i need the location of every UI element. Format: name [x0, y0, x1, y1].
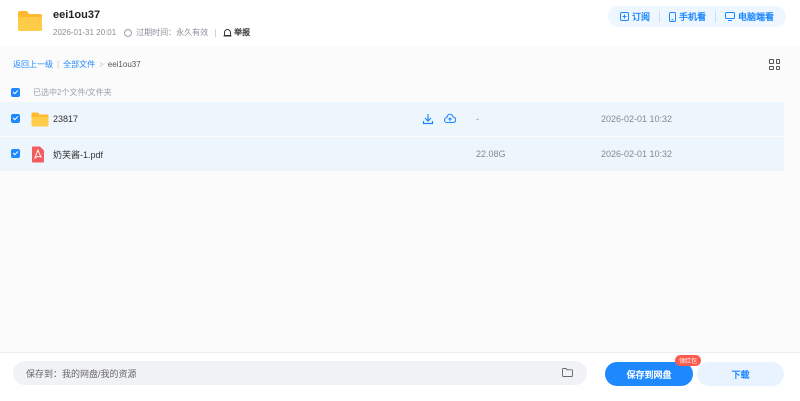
- phone-view-button[interactable]: 手机看: [660, 11, 716, 22]
- desktop-view-button[interactable]: 电脑端看: [716, 11, 776, 22]
- file-size: -: [476, 114, 479, 124]
- cloud-save-icon[interactable]: [444, 113, 456, 125]
- clock-icon: [124, 28, 133, 37]
- subscribe-icon: [619, 12, 629, 21]
- grid-view-icon[interactable]: [769, 59, 780, 70]
- report-link[interactable]: 举报: [223, 27, 250, 38]
- breadcrumb-separator: >: [99, 60, 104, 69]
- file-row[interactable]: 23817 - 2026-02-01 10:32: [0, 102, 784, 136]
- selection-text: 已选中2个文件/文件夹: [33, 88, 112, 97]
- file-name[interactable]: 23817: [53, 114, 78, 124]
- view-options: 订阅 手机看 电脑端看: [607, 6, 786, 27]
- folder-icon: [31, 112, 49, 126]
- phone-view-label: 手机看: [678, 12, 706, 22]
- subscribe-label: 订阅: [631, 12, 650, 22]
- expire-text: 过期时间：永久有效: [136, 28, 209, 37]
- select-all-checkbox[interactable]: [11, 88, 20, 97]
- alert-icon: [223, 29, 232, 37]
- phone-icon: [668, 11, 676, 22]
- file-size: 22.08G: [476, 149, 506, 159]
- breadcrumb: 返回上一级 | 全部文件 > eei1ou37: [13, 59, 141, 70]
- share-meta: 2026-01-31 20:01 过期时间：永久有效 举报: [53, 27, 250, 38]
- file-name[interactable]: 奶芙酱-1.pdf: [53, 148, 103, 161]
- file-date: 2026-02-01 10:32: [601, 114, 673, 124]
- download-button[interactable]: 下载: [697, 362, 784, 386]
- folder-outline-icon[interactable]: [562, 368, 573, 377]
- file-row[interactable]: 奶芙酱-1.pdf 22.08G 2026-02-01 10:32: [0, 137, 784, 171]
- footer-bar: 保存到：我的网盘/我的资源 保存到网盘 领红包 下载: [0, 352, 800, 401]
- desktop-view-label: 电脑端看: [737, 12, 774, 22]
- row-checkbox[interactable]: [11, 114, 20, 123]
- all-files-link[interactable]: 全部文件: [63, 59, 95, 70]
- breadcrumb-divider: |: [57, 60, 60, 69]
- pdf-icon: [32, 146, 44, 162]
- subscribe-button[interactable]: 订阅: [618, 11, 660, 22]
- row-checkbox[interactable]: [11, 149, 20, 158]
- divider: [215, 28, 217, 37]
- back-link[interactable]: 返回上一级: [13, 59, 53, 70]
- save-path-field[interactable]: 保存到：我的网盘/我的资源: [13, 361, 587, 385]
- red-packet-badge: 领红包: [675, 355, 702, 366]
- file-date: 2026-02-01 10:32: [601, 149, 673, 159]
- report-label: 举报: [234, 28, 251, 37]
- share-date: 2026-01-31 20:01: [53, 28, 117, 37]
- download-icon[interactable]: [422, 113, 434, 125]
- share-title: eei1ou37: [53, 9, 101, 21]
- folder-icon: [18, 11, 42, 31]
- save-path-text: 保存到：我的网盘/我的资源: [26, 368, 137, 379]
- breadcrumb-current: eei1ou37: [107, 60, 141, 69]
- selection-bar: 已选中2个文件/文件夹: [11, 87, 112, 98]
- share-header: eei1ou37 2026-01-31 20:01 过期时间：永久有效 举报 订…: [0, 0, 800, 46]
- monitor-icon: [724, 12, 735, 21]
